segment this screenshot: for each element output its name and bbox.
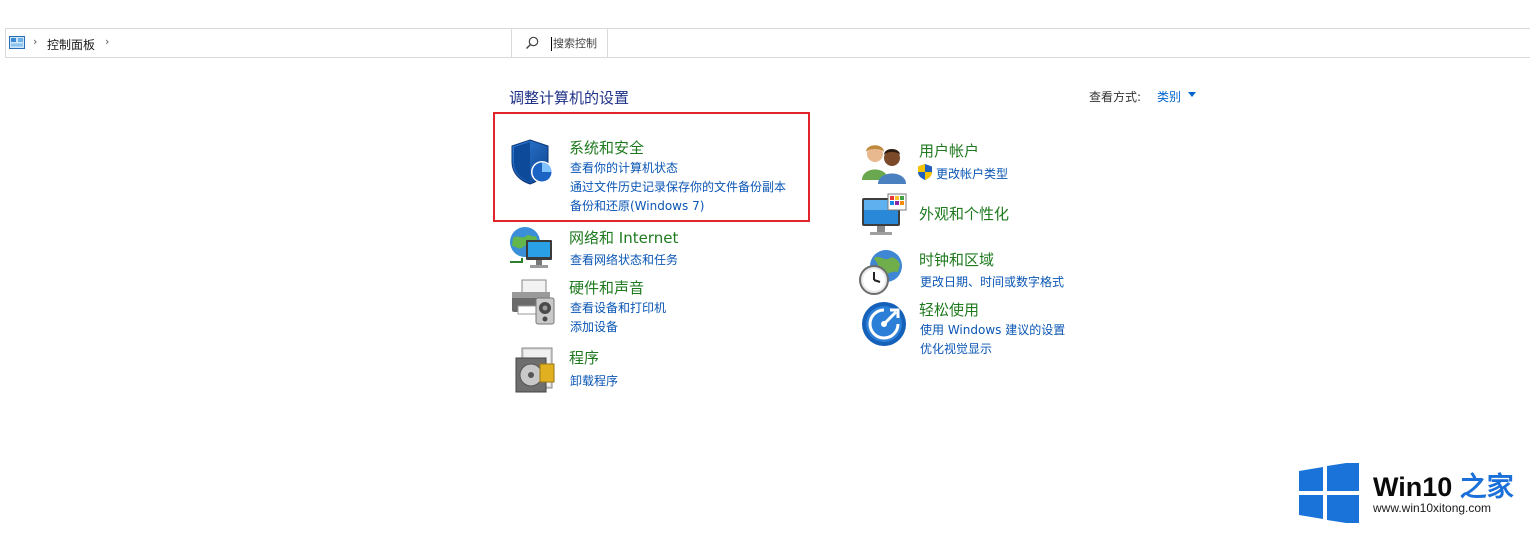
users-icon[interactable]	[860, 138, 908, 186]
view-by-dropdown[interactable]: 类别	[1157, 88, 1181, 105]
monitor-palette-icon[interactable]	[860, 192, 908, 240]
link-optimize-visual-display[interactable]: 优化视觉显示	[920, 340, 992, 357]
search-icon[interactable]	[524, 35, 540, 51]
link-change-date-time-format[interactable]: 更改日期、时间或数字格式	[920, 273, 1064, 290]
network-globe-icon[interactable]	[508, 224, 556, 272]
link-windows-recommended-settings[interactable]: 使用 Windows 建议的设置	[920, 321, 1065, 338]
watermark-brand: Win10 之家	[1373, 465, 1514, 504]
chevron-down-icon[interactable]	[1188, 92, 1196, 97]
watermark-brand-name: Win10	[1373, 472, 1453, 502]
search-box[interactable]	[511, 29, 608, 57]
clock-globe-icon[interactable]	[858, 248, 906, 296]
link-view-computer-status[interactable]: 查看你的计算机状态	[570, 159, 678, 176]
breadcrumb-control-panel[interactable]: 控制面板	[47, 36, 95, 53]
uac-shield-icon	[918, 164, 932, 180]
category-title-appearance-personalization[interactable]: 外观和个性化	[919, 203, 1009, 224]
link-add-device[interactable]: 添加设备	[570, 318, 618, 335]
category-title-hardware-sound[interactable]: 硬件和声音	[569, 277, 644, 298]
link-devices-printers[interactable]: 查看设备和打印机	[570, 299, 666, 316]
link-uninstall-program[interactable]: 卸载程序	[570, 372, 618, 389]
shield-icon[interactable]	[508, 138, 556, 186]
category-title-system-security[interactable]: 系统和安全	[569, 137, 644, 158]
category-title-clock-region[interactable]: 时钟和区域	[919, 249, 994, 270]
windows-logo-icon	[1299, 463, 1359, 523]
category-title-user-accounts[interactable]: 用户帐户	[919, 140, 979, 161]
category-title-programs[interactable]: 程序	[569, 347, 599, 368]
address-bar: › 控制面板 ›	[5, 28, 1530, 58]
link-file-history-backup[interactable]: 通过文件历史记录保存你的文件备份副本	[570, 178, 786, 195]
page-title: 调整计算机的设置	[509, 89, 630, 107]
link-backup-restore-win7[interactable]: 备份和还原(Windows 7)	[570, 197, 704, 214]
link-change-account-type[interactable]: 更改帐户类型	[936, 165, 1008, 182]
view-by-label: 查看方式:	[1089, 90, 1142, 104]
search-input[interactable]	[553, 35, 605, 51]
watermark-brand-suffix: 之家	[1459, 472, 1514, 502]
link-network-status-tasks[interactable]: 查看网络状态和任务	[570, 251, 678, 268]
breadcrumb-separator[interactable]: ›	[33, 35, 37, 48]
breadcrumb-expand-chevron[interactable]: ›	[105, 35, 109, 48]
category-title-ease-of-access[interactable]: 轻松使用	[919, 299, 979, 320]
printer-icon[interactable]	[508, 278, 556, 326]
control-panel-icon	[9, 36, 25, 49]
ease-of-access-icon[interactable]	[860, 300, 908, 348]
programs-disc-icon[interactable]	[510, 346, 558, 394]
breadcrumb[interactable]: › 控制面板 ›	[6, 29, 511, 57]
category-title-network-internet[interactable]: 网络和 Internet	[569, 227, 678, 248]
watermark-url: www.win10xitong.com	[1373, 501, 1492, 515]
text-caret	[551, 37, 552, 51]
